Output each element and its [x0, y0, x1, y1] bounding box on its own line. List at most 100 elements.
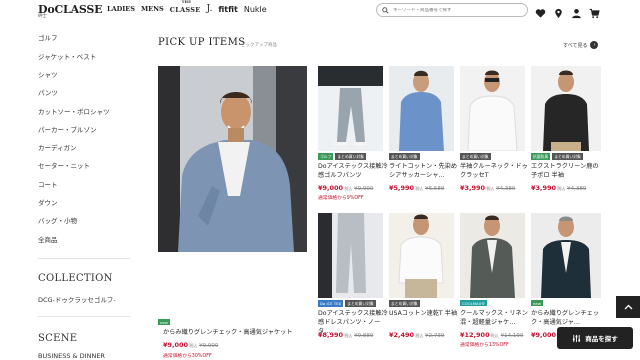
- product-image[interactable]: [460, 66, 525, 151]
- nav-the-classe-prefix: THE: [181, 0, 192, 4]
- price-tax-label: 税込: [415, 333, 424, 338]
- nav-mens[interactable]: MENS: [141, 5, 164, 13]
- product-tags: new: [531, 300, 543, 306]
- sidebar-item-all[interactable]: 全商品: [38, 234, 58, 244]
- product-name[interactable]: USAコットン速乾T 半袖: [389, 309, 459, 318]
- find-products-label: 商品を探す: [585, 335, 618, 343]
- product-image[interactable]: [318, 66, 383, 151]
- product-image[interactable]: [531, 213, 601, 298]
- brand-nav: LADIES MENS THE CLASSE J. fitfit Nukle: [107, 0, 267, 14]
- product-tags: まとめ買い対象: [389, 153, 420, 160]
- sidebar-item-shirts[interactable]: シャツ: [38, 69, 58, 79]
- price-tax-label: 税込: [344, 333, 353, 338]
- tag-badge: まとめ買い対象: [335, 153, 366, 160]
- arrow-right-icon: ›: [590, 41, 599, 49]
- nav-fitfit[interactable]: fitfit: [218, 5, 238, 14]
- price-current: ¥3,990: [531, 184, 557, 192]
- site-logo[interactable]: DoCLASSE: [38, 3, 103, 16]
- nav-ladies[interactable]: LADIES: [107, 5, 135, 13]
- tag-badge: 抗菌防臭: [531, 153, 551, 160]
- product-tags: まとめ買い対象: [460, 153, 491, 160]
- price-original: ¥4,389: [496, 186, 516, 192]
- price-original: ¥4,389: [567, 186, 587, 192]
- product-name[interactable]: クールマックス・リネン混・超軽量ジャケ…: [460, 309, 530, 327]
- product-name[interactable]: 半袖クルーネック・ドゥクラッセT: [460, 162, 530, 180]
- product-price: ¥9,000税込 ¥9,900: [318, 184, 373, 192]
- price-tax-label: 税込: [557, 186, 566, 191]
- nav-nukle[interactable]: Nukle: [244, 5, 267, 14]
- product-tags: まとめ買い対象: [389, 300, 420, 307]
- product-image[interactable]: [318, 213, 383, 298]
- see-all-label: すべて見る: [563, 42, 588, 49]
- cart-icon[interactable]: [589, 4, 600, 19]
- sidebar-item-cardigan[interactable]: カーディガン: [38, 142, 77, 152]
- product-name[interactable]: からみ織りグレンチェック・高通気ジャケット: [163, 328, 313, 337]
- price-current: ¥5,990: [389, 184, 415, 192]
- price-current: ¥9,000: [163, 341, 189, 349]
- sidebar-item-bags-accessories[interactable]: バッグ・小物: [38, 215, 77, 225]
- page-subtitle: ピックアップ商品: [241, 43, 277, 48]
- heart-icon[interactable]: [535, 4, 546, 18]
- product-name[interactable]: ライトコットン・先染めシアサッカーシャ…: [389, 162, 459, 180]
- price-original: ¥9,889: [354, 333, 374, 339]
- chevron-up-icon: [624, 304, 632, 310]
- product-image[interactable]: [389, 213, 454, 298]
- product-name[interactable]: エクストラクリーン鹿の子ポロ 半袖: [531, 162, 601, 180]
- sidebar-item-sweater-knit[interactable]: セーター・ニット: [38, 160, 90, 170]
- sidebar-item-jacket-vest[interactable]: ジャケット・ベスト: [38, 51, 96, 61]
- product-image[interactable]: [389, 66, 454, 151]
- product-price: ¥2,490税込 ¥2,739: [389, 331, 444, 339]
- sidebar-item-pants[interactable]: パンツ: [38, 87, 58, 97]
- nav-the-classe[interactable]: THE CLASSE: [170, 0, 201, 14]
- user-icon[interactable]: [571, 4, 582, 19]
- product-price: ¥12,900税込 ¥14,190: [460, 331, 523, 339]
- see-all-link[interactable]: すべて見る ›: [563, 41, 599, 49]
- scroll-to-top-button[interactable]: [616, 296, 640, 318]
- search-icon: [382, 6, 389, 14]
- search-box[interactable]: [376, 3, 528, 17]
- price-original: ¥2,739: [425, 333, 445, 339]
- price-original: ¥14,190: [500, 333, 524, 339]
- discount-note: 通常価格から13%OFF: [460, 343, 509, 348]
- find-products-button[interactable]: 商品を探す: [557, 327, 633, 349]
- sidebar-item-parka-blouson[interactable]: パーカー・ブルゾン: [38, 124, 97, 134]
- tag-badge: まとめ買い対象: [389, 300, 420, 307]
- tag-badge: Do ICE TEX: [318, 300, 344, 307]
- tag-badge: まとめ買い対象: [345, 300, 376, 307]
- scene-item-business-dinner[interactable]: BUSINESS & DINNER: [38, 352, 105, 360]
- price-current: ¥9,000: [318, 184, 344, 192]
- product-image[interactable]: [460, 213, 525, 298]
- price-original: ¥9,900: [354, 186, 374, 192]
- tag-badge: まとめ買い対象: [552, 153, 583, 160]
- price-tax-label: 税込: [344, 186, 353, 191]
- tag-badge: まとめ買い対象: [460, 153, 491, 160]
- product-name[interactable]: からみ織りグレンチェック・高通気ジャ…: [531, 309, 601, 327]
- product-image[interactable]: [531, 66, 601, 151]
- sidebar-item-down[interactable]: ダウン: [38, 197, 58, 207]
- header-icons: [535, 4, 600, 19]
- price-current: ¥3,990: [460, 184, 486, 192]
- collection-item-dcg[interactable]: DCG-ドゥクラッセゴルフ-: [38, 294, 116, 304]
- sidebar-cut-item: 紳士: [38, 14, 47, 19]
- price-current: ¥12,900: [460, 331, 490, 339]
- product-price: ¥9,000: [531, 331, 556, 339]
- nav-j[interactable]: J.: [207, 4, 213, 14]
- tag-badge: new: [531, 300, 543, 306]
- product-image[interactable]: [158, 66, 307, 252]
- price-tax-label: 税込: [415, 186, 424, 191]
- site-header: DoCLASSE LADIES MENS THE CLASSE J. fitfit…: [0, 0, 640, 20]
- store-pin-icon[interactable]: [553, 4, 564, 19]
- price-tax-label: 税込: [490, 333, 499, 338]
- search-input[interactable]: [393, 7, 521, 13]
- collection-title: COLLECTION: [38, 273, 113, 284]
- tag-badge: まとめ買い対象: [389, 153, 420, 160]
- price-original: ¥6,589: [425, 186, 445, 192]
- product-name[interactable]: Doアイステックス接触冷感ゴルフパンツ: [318, 162, 388, 180]
- price-tax-label: 税込: [486, 186, 495, 191]
- sidebar-item-golf[interactable]: ゴルフ: [38, 32, 58, 42]
- tag-badge: ゴルフ: [318, 153, 334, 160]
- sidebar-item-coat[interactable]: コート: [38, 179, 58, 189]
- sidebar-item-cutsew-polo[interactable]: カットソー・ポロシャツ: [38, 106, 110, 116]
- sidebar-divider: [38, 316, 130, 317]
- price-current: ¥8,990: [318, 331, 344, 339]
